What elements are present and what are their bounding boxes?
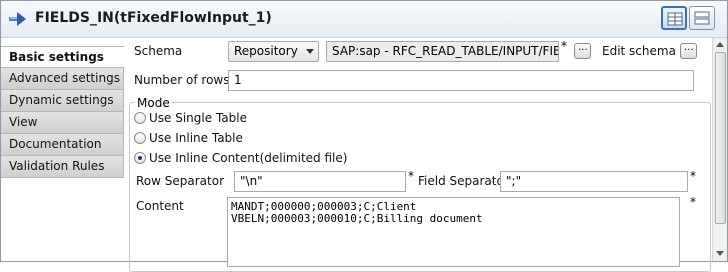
scroll-down-arrow-icon[interactable] <box>716 251 724 256</box>
field-separator-input[interactable]: ";" <box>500 171 688 192</box>
content-label: Content <box>136 199 184 213</box>
schema-label: Schema <box>134 44 183 58</box>
tab-dynamic-settings[interactable]: Dynamic settings <box>1 90 124 112</box>
edit-schema-button[interactable]: ... <box>680 42 697 59</box>
use-inline-content-label: Use Inline Content(delimited file) <box>149 151 348 165</box>
mode-group-title: Mode <box>135 96 172 110</box>
tab-validation-rules[interactable]: Validation Rules <box>1 156 124 178</box>
field-separator-label: Field Separator <box>418 174 509 188</box>
ellipsis-icon: ... <box>578 42 588 53</box>
table-view-icon <box>667 12 683 26</box>
component-view-button[interactable] <box>661 6 687 30</box>
scroll-up-arrow-icon[interactable] <box>716 42 724 47</box>
use-inline-table-label: Use Inline Table <box>149 131 243 145</box>
title-bar: FIELDS_IN(tFixedFlowInput_1) <box>1 1 727 38</box>
tab-advanced-settings[interactable]: Advanced settings <box>1 68 124 90</box>
tab-documentation[interactable]: Documentation <box>1 134 124 156</box>
schema-browse-button[interactable]: ... <box>574 42 591 59</box>
basic-settings-panel: Schema Repository SAP:sap - RFC_READ_TAB… <box>124 38 712 272</box>
settings-tabs: Basic settings Advanced settings Dynamic… <box>1 46 124 178</box>
tab-view[interactable]: View <box>1 112 124 134</box>
radio-use-single-table[interactable] <box>134 112 146 124</box>
schema-path-field[interactable]: SAP:sap - RFC_READ_TABLE/INPUT/FIELDS <box>326 41 559 62</box>
form-view-button[interactable] <box>689 6 715 30</box>
ellipsis-icon: ... <box>684 42 694 53</box>
required-marker: * <box>408 169 414 183</box>
schema-type-select[interactable]: Repository <box>228 41 319 62</box>
edit-schema-label: Edit schema <box>602 44 676 58</box>
use-single-table-label: Use Single Table <box>149 111 247 125</box>
row-separator-input[interactable]: "\n" <box>234 171 406 192</box>
chevron-down-icon <box>306 49 314 54</box>
component-title: FIELDS_IN(tFixedFlowInput_1) <box>35 10 272 26</box>
radio-use-inline-table[interactable] <box>134 132 146 144</box>
required-marker: * <box>690 195 696 209</box>
required-marker: * <box>690 169 696 183</box>
content-textarea[interactable]: MANDT;000000;000003;C;Client VBELN;000003… <box>227 197 680 267</box>
radio-use-inline-content[interactable] <box>134 152 146 164</box>
tab-basic-settings[interactable]: Basic settings <box>1 46 124 68</box>
fixed-flow-input-icon <box>9 12 26 26</box>
row-separator-label: Row Separator <box>136 174 225 188</box>
number-of-rows-input[interactable]: 1 <box>228 70 694 91</box>
scrollbar-thumb[interactable] <box>715 52 726 224</box>
required-marker: * <box>561 39 567 53</box>
schema-type-value: Repository <box>234 44 298 58</box>
form-view-icon <box>694 11 710 25</box>
content-line: VBELN;000003;000010;C;Billing document <box>231 212 483 225</box>
vertical-scrollbar[interactable] <box>712 38 727 261</box>
number-of-rows-label: Number of rows <box>134 73 230 87</box>
